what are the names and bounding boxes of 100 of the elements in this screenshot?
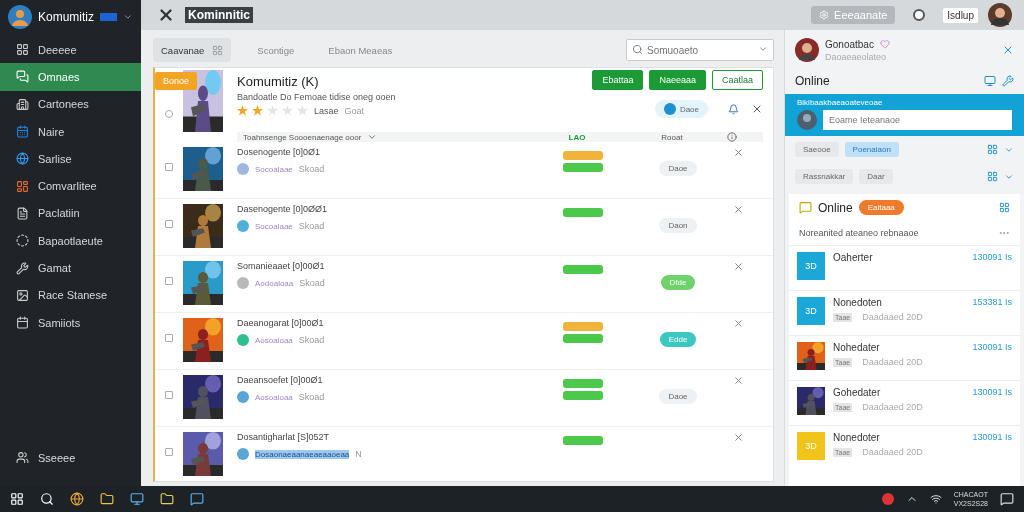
search-icon[interactable] (40, 492, 54, 506)
action-button[interactable]: Naeeaaa (649, 70, 706, 90)
contact-tile: 3D (797, 432, 825, 460)
contact-name[interactable]: Oaherter (833, 252, 965, 263)
sidebar-item[interactable]: Cartonees (0, 90, 141, 118)
sidebar-item[interactable]: Naire (0, 117, 141, 146)
filter-chip[interactable]: Saeooe (795, 142, 839, 157)
sidebar-item[interactable]: Deeeee (0, 36, 141, 64)
column-heading: Rooat (660, 132, 684, 142)
close-icon[interactable] (751, 103, 763, 115)
tab-icon (212, 44, 224, 56)
checkbox[interactable] (165, 110, 173, 118)
contact-name[interactable]: Gohedater (833, 387, 965, 398)
rating-label: Lasae (314, 105, 339, 116)
filter-chip[interactable]: Poenaiaon (844, 142, 899, 157)
grid-icon[interactable] (987, 144, 998, 155)
account-name: Komumitiz (38, 10, 94, 24)
contact-time: 130091 Is (972, 387, 1012, 399)
close-icon[interactable] (733, 261, 744, 272)
close-icon[interactable] (733, 375, 744, 386)
nav-icon (16, 152, 29, 166)
notice-text: Noreanited ateaneo rebnaaoe (799, 228, 920, 238)
header-badge: Isdlup (943, 7, 978, 23)
sidebar-item[interactable]: Samiiots (0, 308, 141, 337)
start-icon[interactable] (10, 492, 24, 506)
checkbox[interactable] (165, 391, 173, 399)
checkbox[interactable] (165, 277, 173, 285)
sidebar-footer-label[interactable]: Sseeee (38, 451, 76, 464)
contact-tile: 3D (797, 297, 825, 325)
tools-icon[interactable] (1002, 75, 1014, 87)
filter-chip[interactable]: Daar (859, 169, 893, 184)
users-icon[interactable] (16, 451, 29, 464)
app-icon[interactable] (190, 492, 204, 506)
checkbox[interactable] (165, 163, 173, 171)
tab[interactable]: Caavanae (153, 38, 232, 62)
contact-time: 130091 Is (972, 432, 1012, 444)
heart-icon[interactable] (879, 39, 890, 49)
status-chip: Daoe (654, 100, 708, 118)
action-button[interactable]: Ebattaa (592, 70, 644, 90)
row-meta: Skoad (298, 335, 325, 345)
close-icon[interactable] (733, 432, 744, 443)
avatar-icon[interactable] (795, 38, 819, 62)
search-field[interactable]: Somuoaeto (626, 39, 774, 61)
row-meta: Skoad (298, 164, 325, 174)
wifi-icon[interactable] (929, 493, 942, 505)
chevron-down-icon[interactable] (367, 132, 378, 142)
contact-meta: Daadaaed 20D (862, 447, 923, 457)
screen-icon[interactable] (984, 75, 996, 87)
row-title: Daeanogarat [0]00Ø1 (237, 318, 325, 328)
account-tag (100, 13, 118, 21)
close-icon[interactable] (1002, 44, 1014, 56)
notification-icon[interactable] (1000, 492, 1014, 506)
sidebar-item[interactable]: Sarlise (0, 145, 141, 173)
grid-icon[interactable] (987, 171, 998, 182)
bell-icon[interactable] (728, 103, 739, 115)
contact-name[interactable]: Nonedoter (833, 432, 965, 443)
checkbox[interactable] (165, 220, 173, 228)
sidebar-item[interactable]: Race Stanese (0, 281, 141, 309)
status-icon[interactable] (913, 9, 926, 21)
nav-icon (16, 234, 29, 248)
browser-icon[interactable] (70, 492, 84, 506)
sidebar-item[interactable]: Paclatiin (0, 199, 141, 228)
logo-icon (157, 6, 175, 24)
sidebar-item[interactable]: Bapaotlaeute (0, 227, 141, 255)
sidebar-item[interactable]: Comvarlitee (0, 172, 141, 200)
action-button[interactable]: Caatlaa (711, 70, 763, 90)
avatar-icon[interactable] (8, 5, 32, 29)
chevron-down-icon[interactable] (123, 12, 133, 22)
folder-icon[interactable] (100, 492, 114, 506)
sidebar-item[interactable]: Gamat (0, 254, 141, 282)
tray-icon[interactable] (881, 493, 894, 505)
row-title: Daeansoefet [0]00Ø1 (237, 375, 324, 385)
info-icon[interactable] (727, 132, 737, 142)
profile-name: Gonoatbac (825, 38, 874, 50)
feature-title: Komumitiz (K) (237, 74, 320, 89)
nav-icon (16, 316, 29, 330)
grid-icon[interactable] (999, 202, 1010, 213)
close-icon[interactable] (733, 147, 744, 158)
close-icon[interactable] (733, 204, 744, 215)
contact-name[interactable]: Nonedoten (833, 297, 965, 308)
checkbox[interactable] (165, 448, 173, 456)
feature-description: Bandoatle Do Femoae tidise oneg ooen (237, 92, 397, 102)
compose-label: Bikibaakbaeaoateveoae (797, 98, 884, 107)
close-icon[interactable] (733, 318, 744, 329)
row-meta: N (355, 449, 362, 459)
contact-name[interactable]: Nohedater (833, 342, 965, 353)
sidebar-item[interactable]: Omnaes (0, 63, 141, 91)
chevron-down-icon[interactable] (758, 44, 768, 54)
checkbox[interactable] (165, 334, 173, 342)
status-chip: Dfde (660, 275, 696, 290)
nav-icon (16, 97, 29, 111)
nav-icon (16, 179, 29, 193)
user-name[interactable]: Dosaonaeaanaeaeaaoeaa (255, 449, 350, 459)
section-badge: Eaitaaa (858, 200, 904, 215)
app-icon[interactable] (130, 492, 144, 506)
avatar-icon[interactable] (988, 3, 1012, 27)
contact-time: 130091 Is (972, 252, 1012, 264)
folder-icon[interactable] (160, 492, 174, 506)
filter-chip[interactable]: Rassnakkar (795, 169, 854, 184)
compose-field[interactable]: Eoame Ieteanaoe (823, 110, 1012, 130)
